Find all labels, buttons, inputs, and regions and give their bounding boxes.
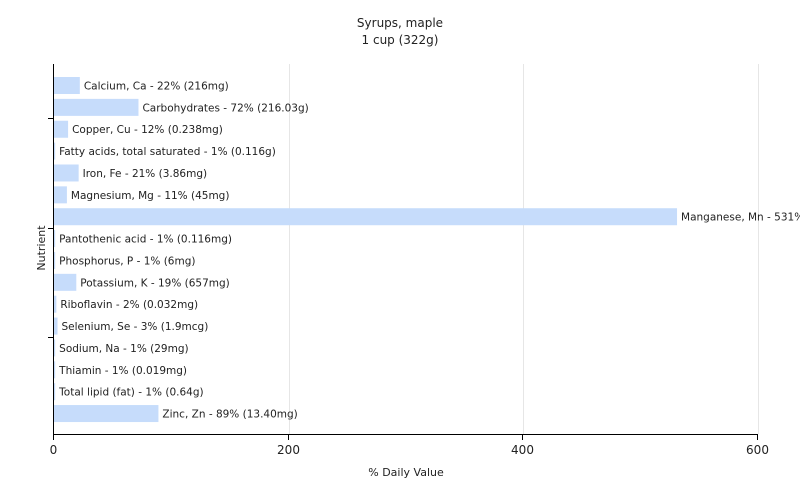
chart-title: Syrups, maple (357, 16, 443, 30)
bar-5 (54, 186, 67, 204)
y-axis-label: Nutrient (35, 225, 48, 271)
bar-12 (54, 339, 56, 357)
bar-label-10: Riboflavin - 2% (0.032mg) (60, 299, 198, 311)
bar-4 (54, 164, 79, 182)
chart: Syrups, maple 1 cup (322g) Calcium, Ca -… (35, 16, 800, 479)
x-tick-label-0: 0 (50, 443, 58, 457)
bar-label-8: Phosphorus, P - 1% (6mg) (59, 255, 195, 267)
bar-7 (54, 230, 56, 248)
bar-13 (54, 361, 56, 379)
bar-8 (54, 251, 56, 269)
bar-1 (54, 98, 139, 116)
bar-label-11: Selenium, Se - 3% (1.9mcg) (62, 321, 209, 333)
bar-15 (54, 405, 159, 423)
bar-label-14: Total lipid (fat) - 1% (0.64g) (58, 387, 203, 399)
x-tick-label-1: 200 (277, 443, 300, 457)
grid (289, 64, 759, 434)
bar-label-2: Copper, Cu - 12% (0.238mg) (72, 124, 223, 136)
bar-6 (54, 208, 678, 226)
x-tick-label-2: 400 (511, 443, 534, 457)
bar-label-9: Potassium, K - 19% (657mg) (80, 277, 230, 289)
bars: Calcium, Ca - 22% (216mg) Carbohydrates -… (54, 77, 800, 423)
x-tick-label-3: 600 (746, 443, 769, 457)
bar-label-12: Sodium, Na - 1% (29mg) (59, 343, 188, 355)
bar-9 (54, 273, 77, 291)
bar-label-6: Manganese, Mn - 531% (10.620mg) (681, 212, 800, 224)
bar-2 (54, 120, 69, 138)
bar-label-4: Iron, Fe - 21% (3.86mg) (83, 168, 207, 180)
bar-label-3: Fatty acids, total saturated - 1% (0.116… (59, 146, 276, 158)
bar-3 (54, 142, 56, 160)
bar-label-0: Calcium, Ca - 22% (216mg) (84, 81, 229, 93)
bar-label-15: Zinc, Zn - 89% (13.40mg) (162, 409, 297, 421)
bar-label-13: Thiamin - 1% (0.019mg) (58, 365, 187, 377)
bar-10 (54, 295, 57, 313)
x-axis-label: % Daily Value (368, 466, 444, 479)
bar-0 (54, 77, 80, 94)
bar-11 (54, 317, 58, 335)
bar-label-5: Magnesium, Mg - 11% (45mg) (71, 190, 230, 202)
chart-subtitle: 1 cup (322g) (362, 33, 439, 47)
bar-label-7: Pantothenic acid - 1% (0.116mg) (59, 234, 232, 246)
bar-14 (54, 383, 56, 401)
bar-label-1: Carbohydrates - 72% (216.03g) (142, 102, 308, 114)
